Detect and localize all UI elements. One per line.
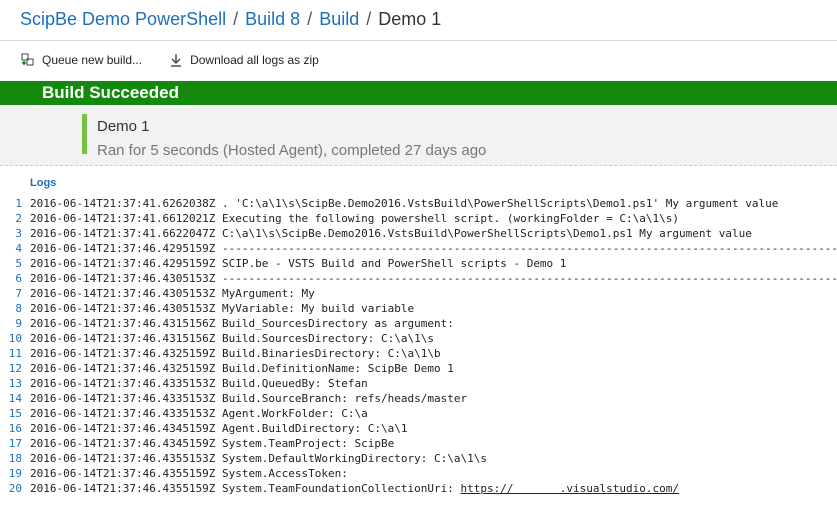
queue-new-build-label: Queue new build... xyxy=(42,53,143,67)
log-line: 16 2016-06-14T21:37:46.4345159Z Agent.Bui… xyxy=(0,421,837,436)
success-indicator xyxy=(82,114,87,154)
line-text: 2016-06-14T21:37:46.4315156Z Build.Sourc… xyxy=(30,332,434,345)
line-text: 2016-06-14T21:37:46.4355159Z System.Team… xyxy=(30,482,461,495)
log-line: 8 2016-06-14T21:37:46.4305153Z MyVariable… xyxy=(0,301,837,316)
line-number[interactable]: 7 xyxy=(0,286,30,301)
line-number[interactable]: 13 xyxy=(0,376,30,391)
line-number[interactable]: 4 xyxy=(0,241,30,256)
line-text: 2016-06-14T21:37:46.4335153Z Agent.WorkF… xyxy=(30,407,368,420)
logs-heading: Logs xyxy=(30,177,57,189)
download-logs-button[interactable]: Download all logs as zip xyxy=(168,52,319,68)
line-text: 2016-06-14T21:37:46.4325159Z Build.Binar… xyxy=(30,347,441,360)
line-number[interactable]: 20 xyxy=(0,481,30,496)
line-text: 2016-06-14T21:37:46.4345159Z System.Team… xyxy=(30,437,395,450)
line-number[interactable]: 12 xyxy=(0,361,30,376)
line-number[interactable]: 8 xyxy=(0,301,30,316)
build-status-banner: Build Succeeded xyxy=(0,81,837,105)
log-line: 10 2016-06-14T21:37:46.4315156Z Build.Sou… xyxy=(0,331,837,346)
log-viewer[interactable]: 1 2016-06-14T21:37:41.6262038Z . 'C:\a\1\… xyxy=(0,196,837,506)
job-status: Ran for 5 seconds (Hosted Agent), comple… xyxy=(97,142,487,159)
log-line: 12 2016-06-14T21:37:46.4325159Z Build.Def… xyxy=(0,361,837,376)
line-text: 2016-06-14T21:37:46.4315156Z Build_Sourc… xyxy=(30,317,454,330)
line-text: 2016-06-14T21:37:41.6612021Z Executing t… xyxy=(30,212,680,225)
line-text: 2016-06-14T21:37:46.4335153Z Build.Sourc… xyxy=(30,392,468,405)
line-text: 2016-06-14T21:37:46.4305153Z MyArgument:… xyxy=(30,287,315,300)
line-text: 2016-06-14T21:37:46.4305153Z MyVariable:… xyxy=(30,302,415,315)
line-number[interactable]: 2 xyxy=(0,211,30,226)
line-number[interactable]: 5 xyxy=(0,256,30,271)
line-number[interactable]: 18 xyxy=(0,451,30,466)
breadcrumb: ScipBe Demo PowerShell / Build 8 / Build / Dem… xyxy=(20,9,441,30)
log-line: 13 2016-06-14T21:37:46.4335153Z Build.Que… xyxy=(0,376,837,391)
log-line: 3 2016-06-14T21:37:41.6622047Z C:\a\1\s\S… xyxy=(0,226,837,241)
line-text: 2016-06-14T21:37:46.4305153Z -----------… xyxy=(30,272,837,285)
job-summary: Demo 1 Ran for 5 seconds (Hosted Agent),… xyxy=(0,106,837,166)
breadcrumb-separator: / xyxy=(307,9,313,29)
download-icon xyxy=(168,52,184,68)
line-text: 2016-06-14T21:37:46.4295159Z -----------… xyxy=(30,242,837,255)
line-number[interactable]: 14 xyxy=(0,391,30,406)
line-number[interactable]: 9 xyxy=(0,316,30,331)
line-text: 2016-06-14T21:37:46.4355159Z System.Acce… xyxy=(30,467,348,480)
queue-new-build-button[interactable]: Queue new build... xyxy=(20,52,142,68)
line-text: 2016-06-14T21:37:46.4335153Z Build.Queue… xyxy=(30,377,368,390)
toolbar: Queue new build... Download all logs as … xyxy=(20,51,345,69)
breadcrumb-current: Demo 1 xyxy=(378,9,442,29)
line-number[interactable]: 10 xyxy=(0,331,30,346)
line-number[interactable]: 3 xyxy=(0,226,30,241)
log-line: 14 2016-06-14T21:37:46.4335153Z Build.Sou… xyxy=(0,391,837,406)
line-number[interactable]: 19 xyxy=(0,466,30,481)
line-number[interactable]: 11 xyxy=(0,346,30,361)
log-line: 19 2016-06-14T21:37:46.4355159Z System.Ac… xyxy=(0,466,837,481)
line-number[interactable]: 15 xyxy=(0,406,30,421)
log-line: 1 2016-06-14T21:37:41.6262038Z . 'C:\a\1\… xyxy=(0,196,837,211)
queue-build-icon xyxy=(20,52,36,68)
log-line: 9 2016-06-14T21:37:46.4315156Z Build_Sour… xyxy=(0,316,837,331)
collection-uri-link[interactable]: https:// .visualstudio.com/ xyxy=(460,481,679,496)
line-text: 2016-06-14T21:37:46.4345159Z Agent.Build… xyxy=(30,422,408,435)
log-line: 17 2016-06-14T21:37:46.4345159Z System.Te… xyxy=(0,436,837,451)
line-text: 2016-06-14T21:37:41.6262038Z . 'C:\a\1\s… xyxy=(30,197,779,210)
log-line: 7 2016-06-14T21:37:46.4305153Z MyArgument… xyxy=(0,286,837,301)
line-text: 2016-06-14T21:37:46.4325159Z Build.Defin… xyxy=(30,362,454,375)
log-line: 2 2016-06-14T21:37:41.6612021Z Executing … xyxy=(0,211,837,226)
breadcrumb-separator: / xyxy=(366,9,372,29)
breadcrumb-build-link[interactable]: Build 8 xyxy=(245,9,300,29)
log-line: 11 2016-06-14T21:37:46.4325159Z Build.Bin… xyxy=(0,346,837,361)
log-line: 5 2016-06-14T21:37:46.4295159Z SCIP.be - … xyxy=(0,256,837,271)
log-line: 15 2016-06-14T21:37:46.4335153Z Agent.Wor… xyxy=(0,406,837,421)
line-text: 2016-06-14T21:37:46.4355153Z System.Defa… xyxy=(30,452,487,465)
log-line: 18 2016-06-14T21:37:46.4355153Z System.De… xyxy=(0,451,837,466)
breadcrumb-separator: / xyxy=(233,9,239,29)
line-number[interactable]: 1 xyxy=(0,196,30,211)
build-status-text: Build Succeeded xyxy=(42,83,179,102)
line-number[interactable]: 17 xyxy=(0,436,30,451)
breadcrumb-project-link[interactable]: ScipBe Demo PowerShell xyxy=(20,9,226,29)
job-name: Demo 1 xyxy=(97,118,150,135)
log-line: 6 2016-06-14T21:37:46.4305153Z ----------… xyxy=(0,271,837,286)
line-text: 2016-06-14T21:37:46.4295159Z SCIP.be - V… xyxy=(30,257,567,270)
line-text: 2016-06-14T21:37:41.6622047Z C:\a\1\s\Sc… xyxy=(30,227,752,240)
line-number[interactable]: 6 xyxy=(0,271,30,286)
header-divider xyxy=(0,40,837,41)
log-line: 4 2016-06-14T21:37:46.4295159Z ----------… xyxy=(0,241,837,256)
breadcrumb-step-link[interactable]: Build xyxy=(319,9,359,29)
line-number[interactable]: 16 xyxy=(0,421,30,436)
download-logs-label: Download all logs as zip xyxy=(190,53,319,67)
log-line: 20 2016-06-14T21:37:46.4355159Z System.Te… xyxy=(0,481,837,496)
